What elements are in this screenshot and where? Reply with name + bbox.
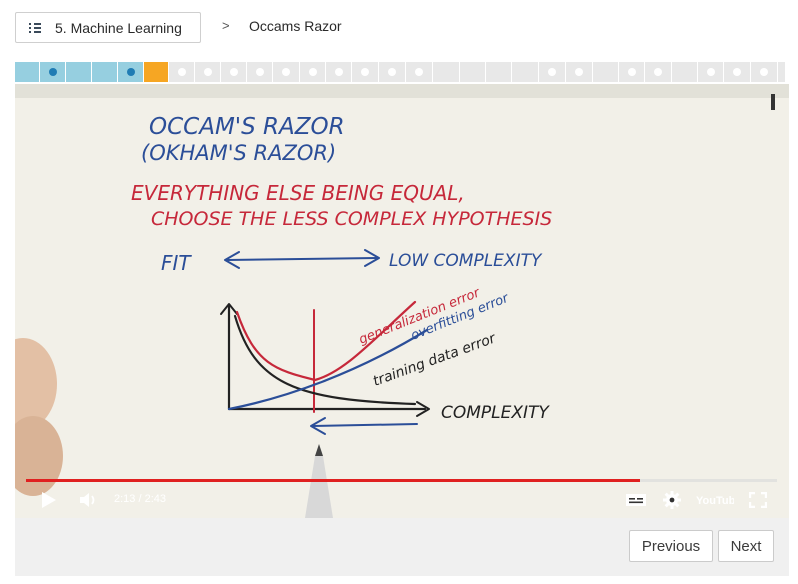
- progress-segment[interactable]: [406, 62, 433, 82]
- page-title: Occams Razor: [249, 18, 342, 34]
- progress-segment[interactable]: [92, 62, 118, 82]
- youtube-logo-button[interactable]: YouTube: [695, 490, 735, 510]
- fullscreen-icon: [749, 492, 767, 508]
- progress-dot: [706, 68, 715, 76]
- progress-segment[interactable]: [645, 62, 672, 82]
- progress-segment[interactable]: [169, 62, 195, 82]
- progress-segment[interactable]: [144, 62, 169, 82]
- progress-segment[interactable]: [460, 62, 486, 82]
- progress-segment[interactable]: [66, 62, 92, 82]
- progress-segment[interactable]: [40, 62, 66, 82]
- breadcrumb-separator: >: [222, 18, 230, 33]
- progress-segment[interactable]: [118, 62, 144, 82]
- board-fit: FIT: [161, 251, 192, 275]
- progress-segment[interactable]: [778, 62, 786, 82]
- progress-segment[interactable]: [247, 62, 273, 82]
- lesson-menu-button[interactable]: 5. Machine Learning: [15, 12, 201, 43]
- progress-segment[interactable]: [698, 62, 724, 82]
- progress-dot: [334, 68, 343, 76]
- list-icon: [29, 22, 41, 33]
- progress-dot: [126, 68, 135, 76]
- progress-dot: [760, 68, 768, 76]
- progress-dot: [548, 68, 556, 76]
- progress-dot: [733, 68, 741, 76]
- video-controls: 2:13 / 2:43 YouTube: [15, 482, 789, 518]
- captions-button[interactable]: [625, 491, 647, 509]
- progress-dot: [415, 68, 423, 76]
- progress-segment[interactable]: [273, 62, 300, 82]
- progress-dot: [203, 68, 212, 76]
- progress-segment[interactable]: [593, 62, 619, 82]
- progress-dot: [575, 68, 583, 76]
- progress-segment[interactable]: [15, 62, 40, 82]
- board-low-complexity: LOW COMPLEXITY: [389, 251, 543, 271]
- progress-segment[interactable]: [352, 62, 379, 82]
- svg-text:YouTube: YouTube: [696, 495, 734, 507]
- lesson-footer: Previous Next: [15, 518, 789, 576]
- progress-segment[interactable]: [221, 62, 247, 82]
- board-complexity: COMPLEXITY: [441, 403, 550, 423]
- board-line-2: CHOOSE THE LESS COMPLEX HYPOTHESIS: [151, 208, 552, 230]
- progress-segment[interactable]: [326, 62, 352, 82]
- progress-segment[interactable]: [486, 62, 512, 82]
- board-line-1: EVERYTHING ELSE BEING EQUAL,: [131, 181, 465, 205]
- progress-segment[interactable]: [512, 62, 539, 82]
- next-button[interactable]: Next: [718, 530, 774, 562]
- play-button[interactable]: [39, 490, 59, 510]
- lesson-label: 5. Machine Learning: [55, 19, 182, 36]
- progress-dot: [654, 68, 662, 76]
- whiteboard-frame: OCCAM'S RAZOR (OKHAM'S RAZOR) EVERYTHING…: [15, 84, 789, 518]
- progress-segment[interactable]: [751, 62, 778, 82]
- progress-dot: [229, 68, 238, 76]
- volume-icon: [80, 493, 95, 507]
- play-icon: [42, 492, 56, 508]
- previous-button[interactable]: Previous: [629, 530, 713, 562]
- captions-icon: [626, 494, 646, 506]
- progress-segment[interactable]: [379, 62, 406, 82]
- progress-segment[interactable]: [566, 62, 593, 82]
- progress-segment[interactable]: [300, 62, 326, 82]
- progress-segment[interactable]: [195, 62, 221, 82]
- video-player[interactable]: OCCAM'S RAZOR (OKHAM'S RAZOR) EVERYTHING…: [15, 84, 789, 518]
- progress-dot: [282, 68, 290, 76]
- youtube-logo-icon: YouTube: [696, 495, 734, 507]
- progress-segment[interactable]: [539, 62, 566, 82]
- progress-segment[interactable]: [619, 62, 645, 82]
- board-title-1: OCCAM'S RAZOR: [149, 114, 345, 140]
- board-title-2: (OKHAM'S RAZOR): [141, 141, 336, 165]
- progress-dot: [627, 68, 636, 76]
- progress-segment[interactable]: [672, 62, 698, 82]
- progress-dot: [177, 68, 186, 76]
- gear-icon: [663, 491, 681, 509]
- progress-segment[interactable]: [433, 62, 460, 82]
- progress-dot: [255, 68, 264, 76]
- fullscreen-button[interactable]: [747, 490, 769, 510]
- video-time: 2:13 / 2:43: [114, 493, 166, 505]
- progress-dot: [308, 68, 317, 76]
- lesson-progress-bar: [15, 62, 786, 82]
- settings-button[interactable]: [661, 489, 683, 511]
- progress-dot: [361, 68, 369, 76]
- volume-button[interactable]: [79, 490, 101, 510]
- progress-dot: [48, 68, 57, 76]
- progress-dot: [388, 68, 396, 76]
- progress-segment[interactable]: [724, 62, 751, 82]
